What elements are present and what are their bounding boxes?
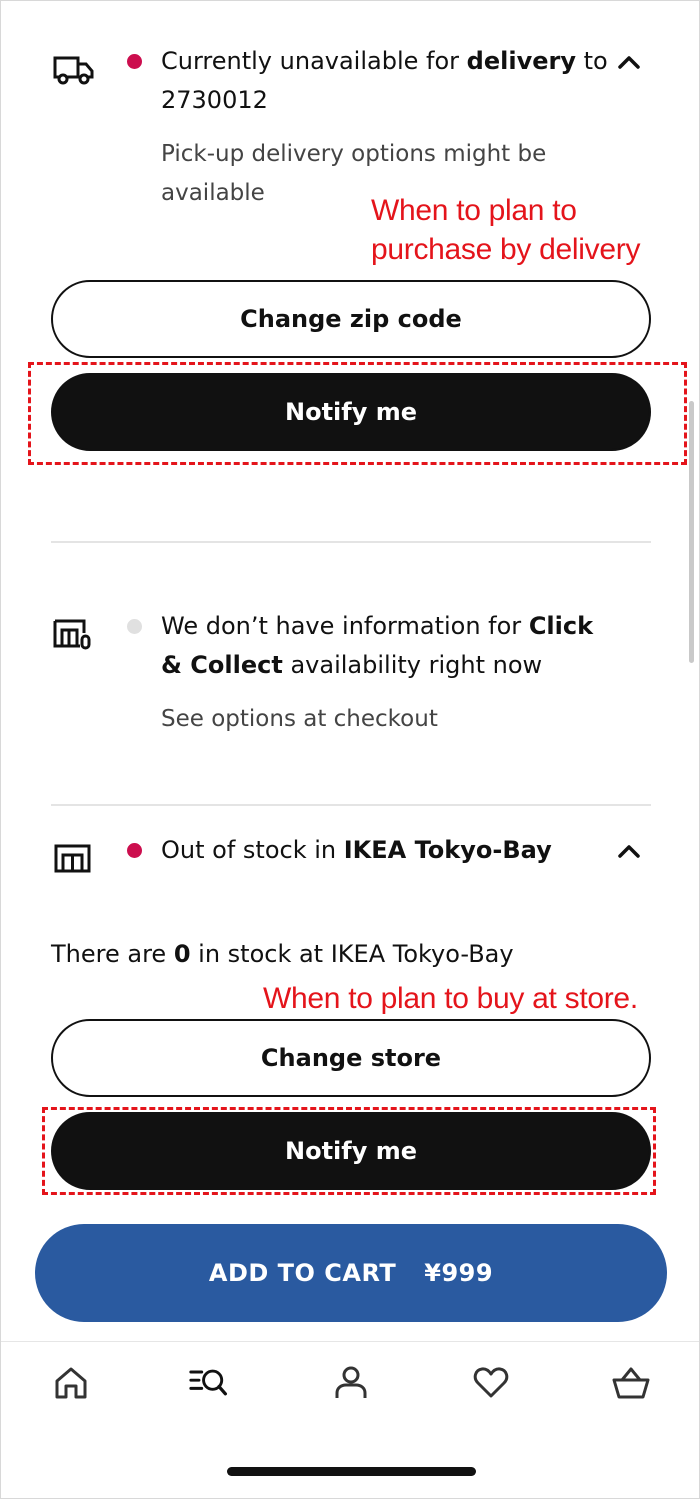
scrollbar[interactable]: [689, 401, 694, 663]
annotation-delivery-line1: When to plan to: [371, 194, 577, 227]
annotation-store: When to plan to buy at store.: [263, 982, 638, 1015]
click-collect-status-dot: [127, 619, 142, 634]
home-indicator[interactable]: [227, 1467, 476, 1476]
annotation-delivery-line2: purchase by delivery: [371, 233, 641, 266]
change-zip-code-button[interactable]: Change zip code: [51, 280, 651, 358]
store-status-dot: [127, 843, 142, 858]
add-to-cart-label: ADD TO CART: [208, 1259, 397, 1287]
store-status: Out of stock in IKEA Tokyo-Bay: [161, 836, 552, 864]
delivery-status-dot: [127, 54, 142, 69]
store-icon: [54, 844, 91, 873]
chevron-up-icon[interactable]: [611, 44, 647, 80]
basket-icon[interactable]: [611, 1362, 651, 1402]
divider: [51, 541, 651, 543]
click-collect-hint: See options at checkout: [161, 706, 438, 732]
click-collect-line2: & Collect availability right now: [161, 651, 543, 679]
home-icon[interactable]: [51, 1362, 91, 1402]
chevron-up-icon[interactable]: [611, 833, 647, 869]
delivery-zip: 2730012: [161, 86, 268, 114]
truck-icon: [53, 56, 94, 85]
search-icon[interactable]: [189, 1362, 229, 1402]
store-click-collect-icon: [53, 619, 91, 650]
app-screen: Currently unavailable for delivery to 27…: [0, 0, 700, 1499]
store-notify-button[interactable]: Notify me: [51, 1112, 651, 1190]
add-to-cart-button[interactable]: ADD TO CART ¥999: [35, 1224, 667, 1322]
add-to-cart-price: ¥999: [424, 1259, 494, 1287]
store-stock-info: There are 0 in stock at IKEA Tokyo-Bay: [51, 940, 514, 968]
divider: [51, 804, 651, 806]
delivery-status: Currently unavailable for delivery to: [161, 47, 608, 75]
delivery-notify-button[interactable]: Notify me: [51, 373, 651, 451]
heart-icon[interactable]: [471, 1362, 511, 1402]
click-collect-line1: We don’t have information for Click: [161, 612, 594, 640]
delivery-hint-line1: Pick-up delivery options might be: [161, 141, 547, 167]
delivery-hint-line2: available: [161, 180, 265, 206]
change-store-button[interactable]: Change store: [51, 1019, 651, 1097]
profile-icon[interactable]: [331, 1362, 371, 1402]
